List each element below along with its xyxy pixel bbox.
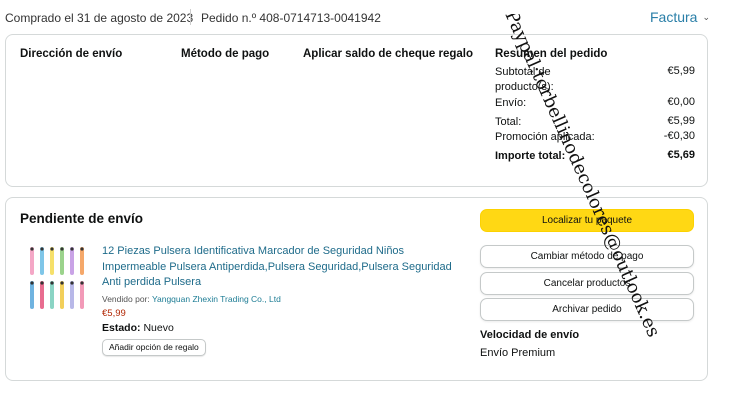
summary-value: €5,69 bbox=[667, 149, 695, 161]
summary-value: €5,99 bbox=[667, 115, 695, 127]
seller-label: Vendido por: bbox=[102, 294, 150, 304]
order-summary-heading: Resumen del pedido bbox=[495, 48, 608, 60]
delivery-speed-label: Velocidad de envío bbox=[480, 329, 580, 341]
gift-balance-heading: Aplicar saldo de cheque regalo bbox=[303, 48, 473, 60]
product-title-link[interactable]: 12 Piezas Pulsera Identificativa Marcado… bbox=[102, 244, 462, 291]
cancel-items-button[interactable]: Cancelar productos bbox=[480, 272, 694, 295]
summary-value: -€0,30 bbox=[663, 130, 695, 142]
order-info-card: Dirección de envío Método de pago Aplica… bbox=[5, 34, 708, 187]
shipment-status-title: Pendiente de envío bbox=[20, 211, 144, 226]
seller-link[interactable]: Yangquan Zhexin Trading Co., Ltd bbox=[152, 294, 281, 304]
payment-method-heading: Método de pago bbox=[181, 48, 270, 60]
summary-value: €5,99 bbox=[667, 65, 695, 77]
archive-order-button[interactable]: Archivar pedido bbox=[480, 298, 694, 321]
add-gift-option-button[interactable]: Añadir opción de regalo bbox=[102, 339, 206, 356]
invoice-link[interactable]: Factura ⌄ bbox=[650, 9, 710, 25]
order-header-bar: Comprado el 31 de agosto de 2023 Pedido … bbox=[5, 9, 710, 27]
shipment-card: Pendiente de envío 12 Piezas Pulsera Ide… bbox=[5, 197, 708, 381]
change-payment-button[interactable]: Cambiar método de pago bbox=[480, 245, 694, 268]
invoice-label[interactable]: Factura bbox=[650, 9, 697, 25]
summary-label: Importe total: bbox=[495, 150, 566, 162]
order-number: Pedido n.º 408-0714713-0041942 bbox=[201, 11, 381, 25]
chevron-down-icon[interactable]: ⌄ bbox=[702, 12, 710, 22]
condition-value: Nuevo bbox=[143, 322, 174, 334]
product-condition: Estado: Nuevo bbox=[102, 322, 174, 334]
condition-label: Estado: bbox=[102, 322, 141, 334]
seller-line: Vendido por: Yangquan Zhexin Trading Co.… bbox=[102, 294, 281, 304]
summary-row-subtotal: Subtotal de producto(s): €5,99 bbox=[495, 65, 695, 95]
delivery-speed-value: Envío Premium bbox=[480, 347, 556, 359]
header-divider bbox=[190, 9, 191, 25]
bracelets-image[interactable] bbox=[30, 247, 84, 309]
shipping-address-heading: Dirección de envío bbox=[20, 48, 123, 60]
summary-label: Total: bbox=[495, 116, 522, 128]
product-price: €5,99 bbox=[102, 308, 126, 319]
product-thumbnail[interactable] bbox=[26, 245, 96, 313]
summary-label: Subtotal de producto(s): bbox=[495, 66, 554, 93]
summary-value: €0,00 bbox=[667, 96, 695, 108]
summary-label: Envío: bbox=[495, 97, 527, 109]
summary-label: Promoción aplicada: bbox=[495, 131, 595, 143]
track-package-button[interactable]: Localizar tu paquete bbox=[480, 209, 694, 232]
purchase-date: Comprado el 31 de agosto de 2023 bbox=[5, 11, 194, 25]
